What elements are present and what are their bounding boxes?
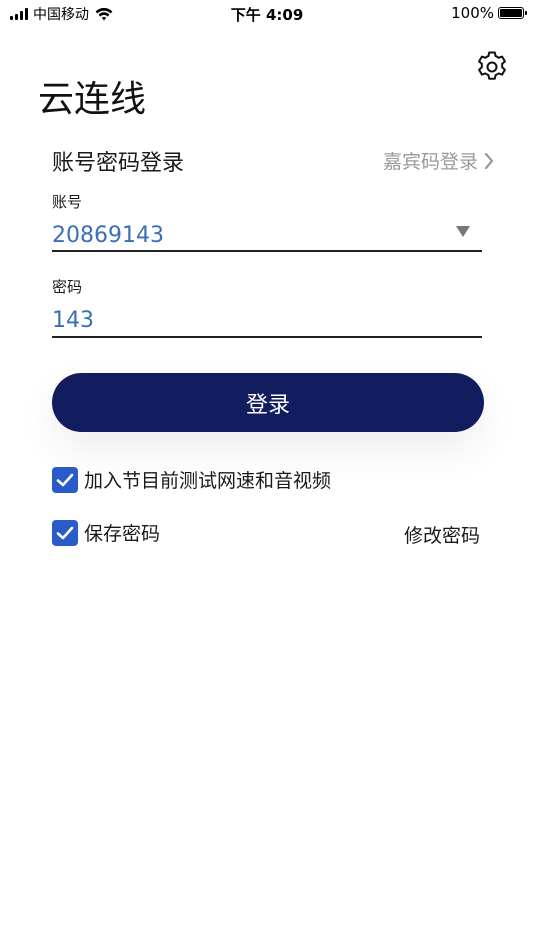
checkmark-icon <box>56 473 74 486</box>
settings-button[interactable] <box>474 49 510 85</box>
password-field-group: 密码 <box>52 276 482 338</box>
account-label: 账号 <box>52 193 83 211</box>
app-title: 云连线 <box>38 79 147 120</box>
login-button[interactable]: 登录 <box>52 373 484 432</box>
test-network-option[interactable]: 加入节目前测试网速和音视频 <box>52 466 331 493</box>
account-field-group: 账号 <box>52 191 482 253</box>
account-underline <box>52 250 482 252</box>
test-network-label: 加入节目前测试网速和音视频 <box>84 470 332 492</box>
password-underline <box>52 336 482 338</box>
password-label: 密码 <box>52 278 83 296</box>
gear-icon <box>478 51 506 80</box>
triangle-down-icon[interactable] <box>456 226 470 237</box>
battery-icon <box>498 7 527 19</box>
save-password-option[interactable]: 保存密码 <box>52 519 160 546</box>
save-password-label: 保存密码 <box>84 523 161 545</box>
checkmark-icon <box>56 526 74 539</box>
chevron-right-icon <box>484 152 494 169</box>
test-network-checkbox[interactable] <box>52 466 78 493</box>
change-password-link[interactable]: 修改密码 <box>404 521 480 548</box>
password-input[interactable] <box>52 305 452 335</box>
guest-code-login-label: 嘉宾码登录 <box>382 151 478 173</box>
guest-code-login-link[interactable]: 嘉宾码登录 <box>383 147 494 174</box>
status-bar-right: 100% <box>451 4 527 22</box>
status-bar: 中国移动 下午 4:09 100% <box>0 0 534 28</box>
account-input[interactable] <box>52 220 452 250</box>
login-mode-header: 账号密码登录 嘉宾码登录 <box>52 145 494 177</box>
login-mode-title: 账号密码登录 <box>52 151 185 176</box>
save-password-checkbox[interactable] <box>52 519 78 546</box>
battery-percent: 100% <box>451 4 494 22</box>
